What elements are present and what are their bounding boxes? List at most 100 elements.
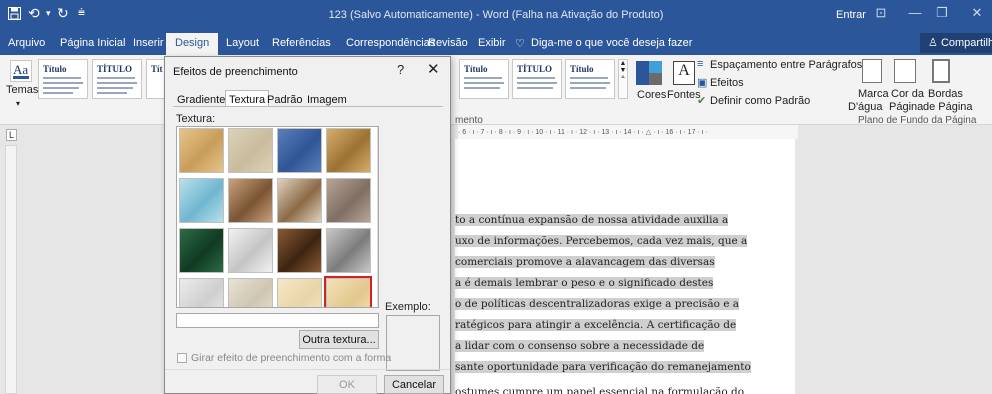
fonts-label[interactable]: Fontes bbox=[667, 89, 701, 101]
ok-button[interactable]: OK bbox=[317, 375, 377, 394]
tab-gradient[interactable]: Gradiente bbox=[177, 94, 225, 106]
texture-granite[interactable] bbox=[326, 228, 371, 273]
tab-pagina-inicial[interactable]: Página Inicial bbox=[60, 37, 125, 49]
fill-effects-dialog: Efeitos de preenchimento ? ✕ Gradiente T… bbox=[164, 56, 451, 394]
tab-selector[interactable]: L bbox=[6, 129, 18, 141]
texture-gallery[interactable]: ▲ ▼ bbox=[176, 126, 379, 308]
style-set-thumb-3[interactable]: Tít bbox=[146, 59, 164, 99]
other-texture-button[interactable]: Outra textura... bbox=[299, 330, 379, 349]
paragraph-spacing-button[interactable]: Espaçamento entre Parágrafos bbox=[710, 59, 862, 71]
tab-exibir[interactable]: Exibir bbox=[478, 37, 506, 49]
texture-recycled-paper[interactable] bbox=[228, 278, 273, 307]
tab-referencias[interactable]: Referências bbox=[272, 37, 331, 49]
help-button[interactable]: ? bbox=[397, 62, 404, 77]
style-set-thumb-5[interactable]: TÍTULO bbox=[512, 59, 562, 99]
set-default-button[interactable]: Definir como Padrão bbox=[710, 95, 810, 107]
ribbon-design: Aa Temas ▾ Título TÍTULO Tít mento Títul… bbox=[0, 55, 992, 126]
tab-picture[interactable]: Imagem bbox=[307, 94, 347, 106]
page-borders-label-1[interactable]: Bordas bbox=[928, 88, 963, 100]
texture-newsprint[interactable] bbox=[179, 278, 224, 307]
texture-paper-bag[interactable] bbox=[228, 178, 273, 223]
document-line: comerciais promove a alavancagem das div… bbox=[455, 256, 715, 268]
tab-arquivo[interactable]: Arquivo bbox=[8, 37, 45, 49]
page-borders-label-2[interactable]: de Página bbox=[923, 101, 973, 113]
document-line: o de políticas descentralizadoras exige … bbox=[455, 298, 740, 310]
effects-icon: ▣ bbox=[697, 77, 708, 89]
selected-texture-highlight bbox=[324, 276, 372, 307]
tab-inserir[interactable]: Inserir bbox=[133, 37, 164, 49]
sign-in-link[interactable]: Entrar bbox=[836, 9, 866, 21]
texture-woven-mat[interactable] bbox=[326, 128, 371, 173]
lightbulb-icon: ♡ bbox=[515, 38, 525, 50]
page-color-label-2[interactable]: Página bbox=[889, 101, 923, 113]
horizontal-ruler[interactable]: · 6 · ı · 7 · ı · 8 · ı · 9 · ı · 10 · ı… bbox=[458, 125, 798, 139]
example-preview bbox=[386, 315, 440, 371]
style-set-thumb-4[interactable]: Título bbox=[459, 59, 509, 99]
watermark-label-2[interactable]: D'água bbox=[848, 101, 883, 113]
themes-label[interactable]: Temas bbox=[6, 84, 38, 96]
paragraph-spacing-icon: ≡ bbox=[697, 58, 704, 70]
colors-icon[interactable] bbox=[636, 61, 662, 85]
title-bar: ⟲ ▾ ↻ ⩧ 123 (Salvo Automaticamente) - Wo… bbox=[0, 0, 992, 31]
texture-canvas[interactable] bbox=[228, 128, 273, 173]
watermark-icon[interactable] bbox=[862, 59, 882, 83]
tab-texture[interactable]: Textura bbox=[225, 90, 270, 107]
close-dialog-button[interactable]: ✕ bbox=[427, 60, 440, 78]
tab-correspondencias[interactable]: Correspondências bbox=[346, 37, 435, 49]
texture-sand[interactable] bbox=[326, 178, 371, 223]
tell-me-box[interactable]: Diga-me o que você deseja fazer bbox=[531, 37, 692, 49]
effects-button[interactable]: Efeitos bbox=[710, 77, 744, 89]
share-label: Compartilhar bbox=[940, 37, 992, 49]
texture-scrollbar[interactable]: ▲ ▼ bbox=[377, 127, 378, 307]
texture-parchment[interactable] bbox=[277, 278, 322, 307]
watermark-label-1[interactable]: Marca bbox=[858, 88, 889, 100]
themes-icon[interactable]: Aa bbox=[10, 60, 32, 82]
page-color-icon[interactable] bbox=[894, 59, 916, 83]
rotate-fill-label: Girar efeito de preenchimento com a form… bbox=[191, 352, 392, 364]
tab-revisao[interactable]: Revisão bbox=[428, 37, 468, 49]
tab-divider bbox=[173, 106, 443, 107]
themes-dropdown-icon[interactable]: ▾ bbox=[16, 99, 20, 108]
fonts-icon[interactable]: A bbox=[673, 61, 695, 85]
person-icon: ♙ bbox=[928, 37, 938, 49]
gallery-scroll-icon[interactable]: ▲ ▼ ⩡ bbox=[618, 59, 628, 99]
texture-label: Textura: bbox=[176, 113, 216, 125]
left-workspace bbox=[0, 125, 160, 394]
document-line: sante oportunidade para verificação do r… bbox=[455, 361, 751, 373]
page-borders-icon[interactable] bbox=[932, 59, 950, 83]
texture-brown-marble[interactable] bbox=[277, 228, 322, 273]
minimize-icon[interactable]: — bbox=[904, 5, 926, 20]
texture-white-marble[interactable] bbox=[228, 228, 273, 273]
tab-pattern[interactable]: Padrão bbox=[267, 94, 302, 106]
texture-name-field bbox=[176, 313, 379, 328]
page-color-label-1[interactable]: Cor da bbox=[891, 88, 924, 100]
style-set-thumb-6[interactable]: Título bbox=[565, 59, 615, 99]
check-icon: ✔ bbox=[697, 95, 707, 107]
example-label: Exemplo: bbox=[385, 301, 431, 313]
document-line: to a contínua expansão de nossa atividad… bbox=[455, 214, 729, 226]
ribbon-tab-bar: Arquivo Página Inicial Inserir Design La… bbox=[0, 31, 992, 55]
document-line: ratégicos para atingir a excelência. A c… bbox=[455, 319, 737, 331]
style-set-thumb-1[interactable]: Título bbox=[38, 59, 88, 99]
rotate-fill-checkbox[interactable] bbox=[177, 353, 187, 363]
share-button[interactable]: ♙ Compartilhar bbox=[920, 33, 992, 53]
document-line: a é demais lembrar o peso e o significad… bbox=[455, 277, 714, 289]
texture-fish-fossil[interactable] bbox=[277, 178, 322, 223]
texture-water-droplets[interactable] bbox=[179, 178, 224, 223]
document-line: ostumes cumpre um papel essencial na for… bbox=[455, 386, 745, 394]
tab-design[interactable]: Design bbox=[166, 33, 219, 55]
close-window-icon[interactable]: ✕ bbox=[966, 5, 988, 21]
vertical-ruler bbox=[5, 145, 17, 394]
texture-green-marble[interactable] bbox=[179, 228, 224, 273]
tab-layout[interactable]: Layout bbox=[226, 37, 259, 49]
dialog-title: Efeitos de preenchimento bbox=[173, 66, 298, 78]
page-background-group-label: Plano de Fundo da Página bbox=[858, 115, 977, 126]
restore-icon[interactable]: ❐ bbox=[931, 5, 953, 21]
style-set-thumb-2[interactable]: TÍTULO bbox=[92, 59, 142, 99]
document-line: uxo de informações. Percebemos, cada vez… bbox=[455, 235, 748, 247]
texture-papyrus[interactable] bbox=[179, 128, 224, 173]
cancel-button[interactable]: Cancelar bbox=[384, 375, 444, 394]
ribbon-display-icon[interactable]: ⊡ bbox=[870, 5, 892, 21]
colors-label[interactable]: Cores bbox=[637, 89, 666, 101]
texture-denim[interactable] bbox=[277, 128, 322, 173]
